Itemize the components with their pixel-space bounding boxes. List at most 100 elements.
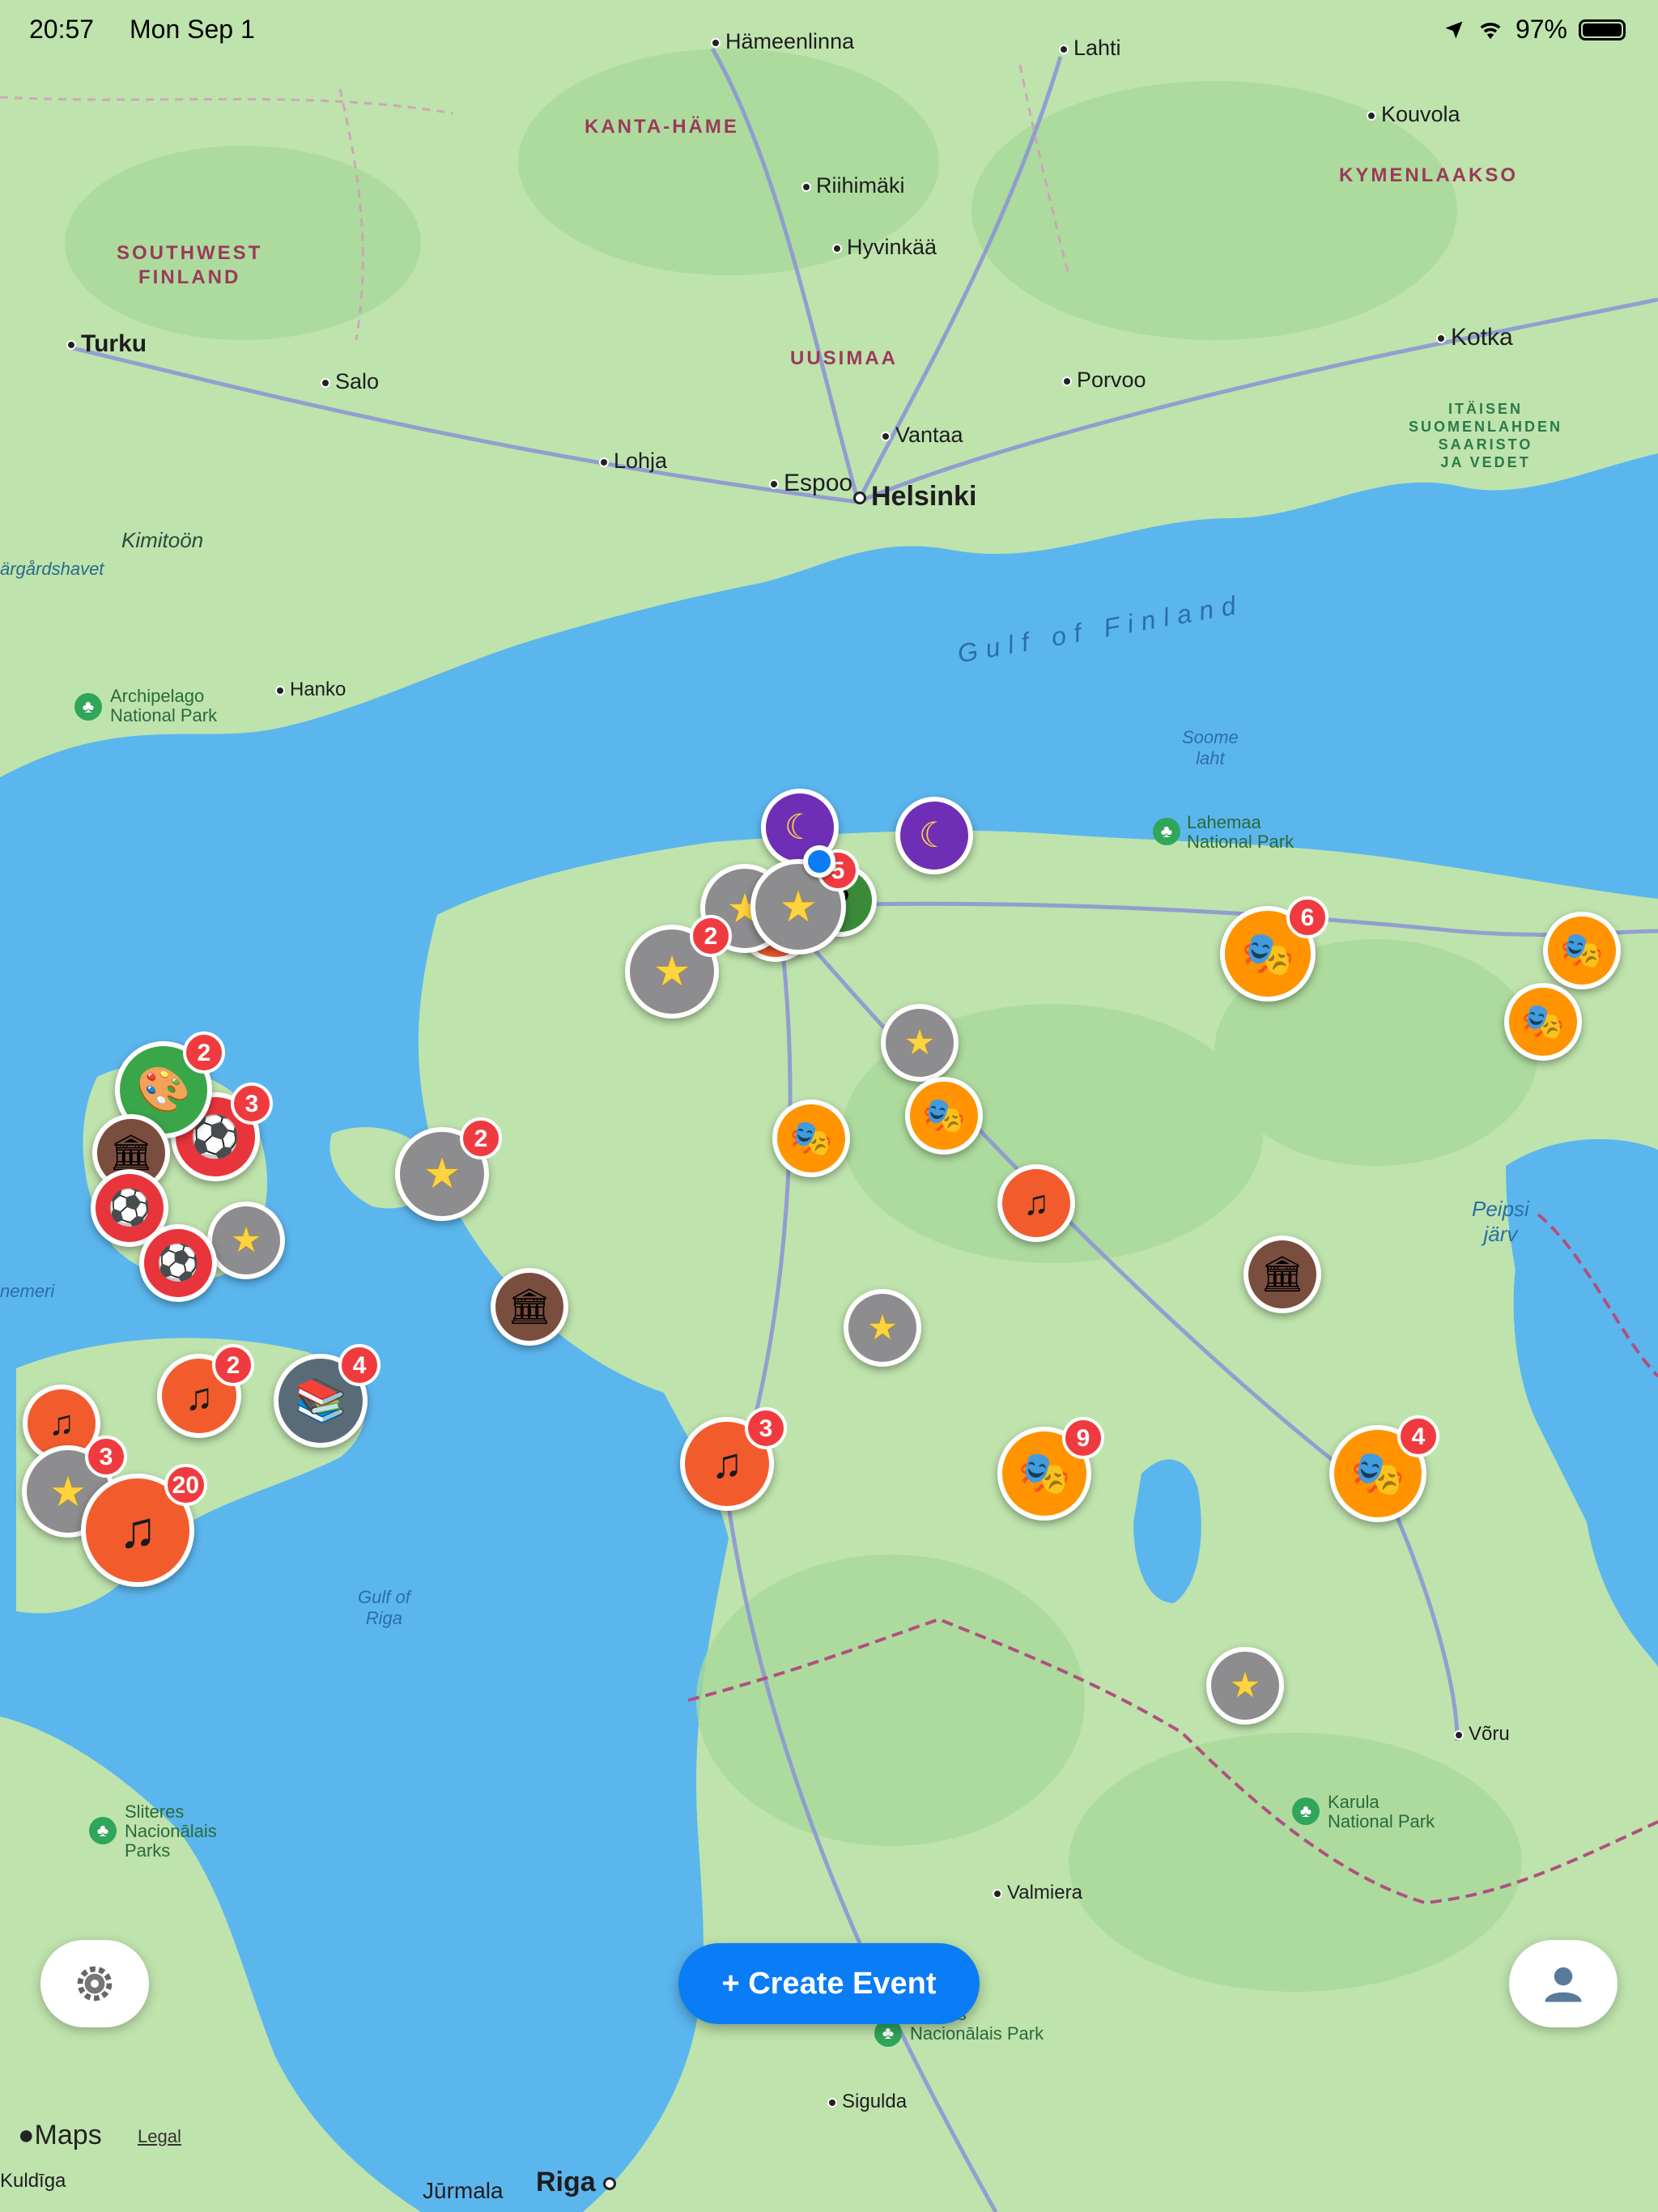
star-icon: ★ [423,1151,461,1197]
city-dot [1436,334,1446,344]
pin-count-badge: 2 [212,1344,254,1386]
event-pin-book[interactable]: 📚 4 [274,1344,380,1448]
event-pin-museum[interactable]: 🏛 [1244,1236,1321,1313]
park-archipelago[interactable]: Archipelago National Park [110,687,217,725]
place-label: Hyvinkää [847,235,937,259]
place-label: Jūrmala [423,2178,504,2203]
theatre-icon: 🎭 [1560,930,1604,970]
pin-count-badge: 6 [1286,896,1329,938]
event-pin-music[interactable]: ♫ 2 [157,1344,254,1438]
event-pin-music[interactable]: ♫ [997,1164,1075,1242]
pin-count-badge: 4 [1397,1415,1439,1457]
event-pin-theatre[interactable]: 🎭 9 [997,1417,1104,1521]
book-icon: 📚 [294,1377,347,1424]
ball-icon: ⚽ [108,1188,151,1227]
city-dot [769,479,779,490]
place-porvoo: Porvoo [1062,368,1146,393]
event-pin-museum[interactable]: 🏛 [491,1268,568,1346]
star-icon: ★ [866,1308,899,1347]
status-date: Mon Sep 1 [130,15,255,44]
event-pin-music[interactable]: ♫ 3 [680,1407,787,1511]
event-pin-star[interactable]: ★ 2 [625,915,732,1019]
event-pin-theatre[interactable]: 🎭 [905,1077,983,1155]
status-right: 97% [1443,15,1626,45]
place-label: Turku [81,330,147,357]
event-pin-theatre[interactable]: 🎭 [1543,912,1621,989]
event-pin-star[interactable]: ★ [207,1202,285,1279]
place-label: Helsinki [871,481,977,512]
star-icon: ★ [230,1220,262,1260]
capital-dot [853,491,866,505]
place-hanko: Hanko [275,678,346,701]
event-pin-theatre[interactable]: 🎭 [1504,983,1582,1061]
event-pin-theatre[interactable]: 🎭 6 [1220,896,1329,1002]
tree-icon: ♣ [89,1817,117,1844]
city-dot [827,2097,837,2108]
label-kargardshavet: ärgårdshavet [0,559,104,579]
city-dot [993,1888,1002,1899]
label-kimitoon: Kimitoön [121,528,204,552]
settings-button[interactable] [40,1940,149,2027]
music-icon: ♫ [1022,1183,1050,1223]
gear-icon [77,1966,113,2001]
place-voru: Võru [1454,1723,1510,1746]
place-label: Kotka [1451,324,1513,351]
place-turku: Turku [66,330,147,358]
event-pin-theatre[interactable]: 🎭 [772,1100,850,1177]
place-label: Riga [536,2167,596,2197]
water-meri: nemeri [0,1281,55,1301]
event-pin-star[interactable]: ★ 5 [750,849,859,955]
water-gulf-of-riga: Gulf of Riga [358,1587,410,1628]
museum-icon: 🏛 [1260,1254,1305,1294]
event-pin-moon[interactable]: ☾ [895,797,973,874]
battery-percent: 97% [1515,15,1567,44]
theatre-icon: 🎭 [1018,1450,1071,1497]
profile-button[interactable] [1509,1940,1618,2027]
park-sliteres[interactable]: Sliteres Nacionālais Parks [125,1802,217,1861]
place-label: Riihimäki [816,173,905,198]
city-dot [801,181,811,192]
park-karula[interactable]: Karula National Park [1328,1793,1435,1831]
event-pin-star[interactable]: ★ [881,1004,959,1082]
region-kanta-hame: KANTA-HÄME [585,116,739,138]
maps-logo: ●Maps [18,2120,102,2151]
music-icon: ♫ [118,1501,157,1559]
city-dot [1367,110,1376,121]
place-label: Kouvola [1381,102,1460,126]
place-label: Kuldīga [0,2170,66,2192]
battery-icon [1579,19,1626,40]
pin-count-badge: 4 [338,1344,380,1386]
create-event-button[interactable]: + Create Event [678,1943,980,2024]
tree-icon: ♣ [74,693,102,721]
event-pin-star[interactable]: ★ [1206,1647,1284,1725]
star-icon: ★ [903,1023,936,1062]
location-arrow-icon [1445,21,1463,38]
museum-icon: 🏛 [507,1287,552,1326]
region-itaisen: ITÄISEN SUOMENLAHDEN SAARISTO JA VEDET [1409,401,1563,470]
city-dot [599,457,609,467]
event-pin-theatre[interactable]: 🎭 4 [1329,1415,1439,1522]
maps-logo-text: Maps [34,2120,102,2150]
event-pin-star[interactable]: ★ 2 [395,1117,502,1221]
current-location-dot [803,845,835,878]
pin-count-badge: 9 [1062,1417,1104,1459]
event-pin-ball[interactable]: ⚽ [139,1224,217,1302]
place-lohja: Lohja [599,449,667,474]
place-helsinki: Helsinki [853,481,976,513]
event-pin-star[interactable]: ★ [844,1289,921,1367]
pin-count-badge: 3 [231,1083,273,1125]
water-soome-laht: Soome laht [1182,727,1239,768]
place-espoo: Espoo [769,470,852,497]
park-lahemaa[interactable]: Lahemaa National Park [1187,813,1294,852]
legal-link[interactable]: Legal [138,2126,181,2147]
place-jurmala: Jūrmala [423,2178,504,2204]
art-icon: 🎨 [136,1066,191,1114]
pin-count-badge: 3 [85,1436,127,1478]
place-hyvinkaa: Hyvinkää [832,235,937,260]
pin-count-badge: 2 [690,915,732,957]
event-pin-music[interactable]: ♫ 20 [81,1464,207,1587]
place-label: Espoo [784,470,853,496]
region-uusimaa: UUSIMAA [790,347,898,369]
theatre-icon: 🎭 [789,1118,833,1158]
music-icon: ♫ [185,1374,214,1418]
